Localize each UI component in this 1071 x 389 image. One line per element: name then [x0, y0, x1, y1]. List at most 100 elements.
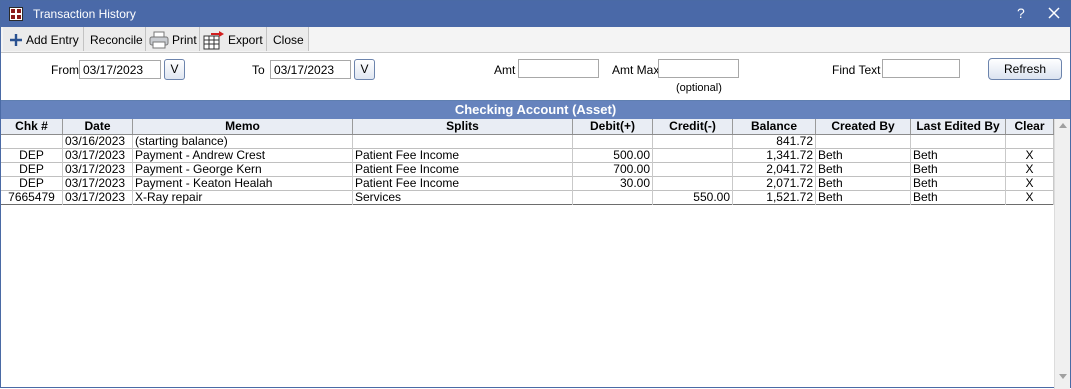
cell-created-by: Beth	[816, 191, 911, 205]
app-grid-icon	[9, 7, 23, 21]
cell-last-edited-by: Beth	[911, 177, 1006, 191]
reconcile-button[interactable]: Reconcile	[84, 27, 146, 51]
vertical-scrollbar[interactable]	[1054, 119, 1070, 389]
print-label: Print	[172, 32, 197, 47]
grid-title: Checking Account (Asset)	[1, 101, 1070, 119]
cell-splits: Patient Fee Income	[353, 149, 573, 163]
cell-clear	[1006, 135, 1054, 149]
from-date-input[interactable]	[79, 60, 161, 79]
close-window-icon[interactable]	[1044, 3, 1064, 23]
cell-debit: 700.00	[573, 163, 653, 177]
find-text-input[interactable]	[882, 59, 960, 78]
cell-splits: Patient Fee Income	[353, 163, 573, 177]
cell-balance: 2,041.72	[733, 163, 816, 177]
cell-memo: Payment - George Kern	[133, 163, 353, 177]
cell-chk	[1, 135, 63, 149]
to-date-picker-button[interactable]: V	[354, 59, 375, 80]
column-header-memo[interactable]: Memo	[133, 119, 353, 134]
cell-memo: X-Ray repair	[133, 191, 353, 205]
export-spreadsheet-icon	[203, 30, 224, 50]
cell-balance: 1,521.72	[733, 191, 816, 205]
scroll-down-arrow-icon[interactable]	[1059, 374, 1067, 379]
table-row[interactable]: 7665479 03/17/2023 X-Ray repair Services…	[1, 191, 1054, 205]
cell-date: 03/17/2023	[63, 191, 133, 205]
transaction-history-window: Transaction History ? Add Entry Reconcil…	[0, 0, 1071, 389]
cell-last-edited-by: Beth	[911, 163, 1006, 177]
to-label: To	[252, 63, 265, 77]
cell-date: 03/17/2023	[63, 149, 133, 163]
printer-icon	[149, 31, 169, 49]
window-title: Transaction History	[33, 7, 136, 21]
table-row[interactable]: DEP 03/17/2023 Payment - George Kern Pat…	[1, 163, 1054, 177]
export-button[interactable]: Export	[200, 27, 267, 51]
refresh-button[interactable]: Refresh	[988, 58, 1062, 80]
amt-max-input[interactable]	[658, 59, 739, 78]
close-label: Close	[273, 32, 304, 47]
reconcile-label: Reconcile	[90, 32, 143, 47]
cell-chk: DEP	[1, 163, 63, 177]
cell-created-by	[816, 135, 911, 149]
cell-credit	[653, 163, 733, 177]
column-header-credit[interactable]: Credit(-)	[653, 119, 733, 134]
cell-clear: X	[1006, 177, 1054, 191]
close-button[interactable]: Close	[267, 27, 309, 51]
amt-input[interactable]	[518, 59, 599, 78]
cell-last-edited-by: Beth	[911, 191, 1006, 205]
column-header-chk[interactable]: Chk #	[1, 119, 63, 134]
transaction-grid: Checking Account (Asset) Chk # Date Memo…	[1, 100, 1070, 389]
column-header-clear[interactable]: Clear	[1006, 119, 1054, 134]
cell-balance: 2,071.72	[733, 177, 816, 191]
cell-balance: 1,341.72	[733, 149, 816, 163]
cell-memo: Payment - Keaton Healah	[133, 177, 353, 191]
print-button[interactable]: Print	[146, 27, 200, 51]
to-date-input[interactable]	[270, 60, 351, 79]
cell-memo: (starting balance)	[133, 135, 353, 149]
cell-created-by: Beth	[816, 163, 911, 177]
optional-note: (optional)	[676, 82, 722, 94]
from-label: From	[51, 63, 79, 77]
cell-credit: 550.00	[653, 191, 733, 205]
plus-icon	[10, 33, 22, 46]
cell-credit	[653, 135, 733, 149]
grid-header: Chk # Date Memo Splits Debit(+) Credit(-…	[1, 119, 1054, 135]
cell-clear: X	[1006, 163, 1054, 177]
table-row[interactable]: DEP 03/17/2023 Payment - Keaton Healah P…	[1, 177, 1054, 191]
column-header-created-by[interactable]: Created By	[816, 119, 911, 134]
cell-debit: 500.00	[573, 149, 653, 163]
cell-balance: 841.72	[733, 135, 816, 149]
scroll-up-arrow-icon[interactable]	[1059, 123, 1067, 128]
grid-rows: 03/16/2023 (starting balance) 841.72 DEP…	[1, 135, 1054, 389]
amt-max-label: Amt Max	[612, 63, 660, 77]
cell-clear: X	[1006, 191, 1054, 205]
cell-chk: DEP	[1, 177, 63, 191]
add-entry-label: Add Entry	[26, 32, 79, 47]
cell-date: 03/17/2023	[63, 163, 133, 177]
export-label: Export	[228, 32, 263, 47]
cell-date: 03/17/2023	[63, 177, 133, 191]
column-header-debit[interactable]: Debit(+)	[573, 119, 653, 134]
from-date-picker-button[interactable]: V	[164, 59, 185, 80]
cell-debit: 30.00	[573, 177, 653, 191]
add-entry-button[interactable]: Add Entry	[3, 27, 84, 51]
column-header-date[interactable]: Date	[63, 119, 133, 134]
help-button[interactable]: ?	[1017, 5, 1025, 21]
cell-credit	[653, 149, 733, 163]
table-row[interactable]: DEP 03/17/2023 Payment - Andrew Crest Pa…	[1, 149, 1054, 163]
column-header-last-edited-by[interactable]: Last Edited By	[911, 119, 1006, 134]
cell-splits: Patient Fee Income	[353, 177, 573, 191]
cell-debit	[573, 135, 653, 149]
column-header-splits[interactable]: Splits	[353, 119, 573, 134]
cell-clear: X	[1006, 149, 1054, 163]
amt-label: Amt	[494, 63, 516, 77]
cell-last-edited-by	[911, 135, 1006, 149]
cell-date: 03/16/2023	[63, 135, 133, 149]
cell-memo: Payment - Andrew Crest	[133, 149, 353, 163]
column-header-balance[interactable]: Balance	[733, 119, 816, 134]
table-row[interactable]: 03/16/2023 (starting balance) 841.72	[1, 135, 1054, 149]
cell-credit	[653, 177, 733, 191]
cell-splits	[353, 135, 573, 149]
find-text-label: Find Text	[832, 63, 881, 77]
cell-created-by: Beth	[816, 177, 911, 191]
title-bar: Transaction History ?	[1, 1, 1070, 27]
toolbar: Add Entry Reconcile Print Export Close	[1, 27, 1070, 53]
